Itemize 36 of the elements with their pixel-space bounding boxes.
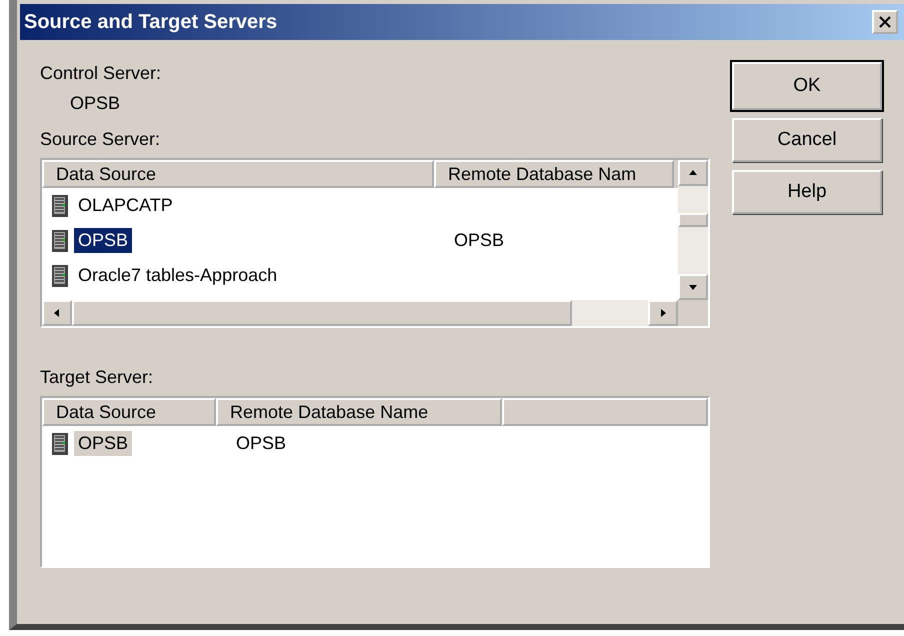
- vertical-scrollbar[interactable]: [678, 160, 708, 300]
- dialog-button[interactable]: Cancel: [732, 118, 882, 162]
- column-header[interactable]: [502, 398, 708, 426]
- column-header[interactable]: Data Source: [42, 160, 434, 188]
- control-server-value: OPSB: [70, 92, 122, 114]
- list-item[interactable]: Oracle7 tables-Approach: [74, 263, 282, 288]
- server-icon: [50, 228, 70, 252]
- close-icon: [879, 16, 891, 28]
- list-item[interactable]: OPSB: [74, 228, 132, 253]
- horizontal-scrollbar[interactable]: [42, 300, 678, 326]
- list-view[interactable]: Data Source Remote Database Name OPSB OPSB: [40, 396, 710, 568]
- table-cell-text: OPSB: [453, 230, 504, 251]
- list-item[interactable]: OPSB: [74, 431, 132, 456]
- up-arrow-icon: [688, 168, 698, 178]
- server-icon: [50, 432, 70, 456]
- left-arrow-icon: [52, 308, 62, 318]
- control-server-label: Control Server:: [40, 62, 162, 84]
- column-header[interactable]: Remote Database Nam: [434, 160, 674, 188]
- list-view[interactable]: Data Source Remote Database Nam OLAPCATP OPSB OPSB Oracle7 tables-Approach: [40, 158, 710, 328]
- scroll-thumb[interactable]: [72, 300, 572, 326]
- table-cell-text: OPSB: [235, 433, 286, 454]
- right-arrow-icon: [658, 308, 668, 318]
- target-server-label: Target Server:: [40, 366, 154, 388]
- dialog-button[interactable]: Help: [732, 170, 882, 214]
- server-icon: [50, 264, 70, 288]
- scrollbar-corner: [678, 300, 708, 326]
- list-item[interactable]: OLAPCATP: [74, 193, 177, 218]
- source-server-label: Source Server:: [40, 128, 162, 150]
- column-header[interactable]: Remote Database Name: [216, 398, 502, 426]
- server-icon: [50, 194, 70, 218]
- down-arrow-icon: [688, 282, 698, 292]
- scroll-thumb[interactable]: [678, 213, 708, 227]
- window-title: Source and Target Servers: [24, 10, 278, 34]
- column-header[interactable]: Data Source: [42, 398, 216, 426]
- close-button[interactable]: [872, 10, 898, 34]
- dialog-button[interactable]: OK: [732, 62, 882, 110]
